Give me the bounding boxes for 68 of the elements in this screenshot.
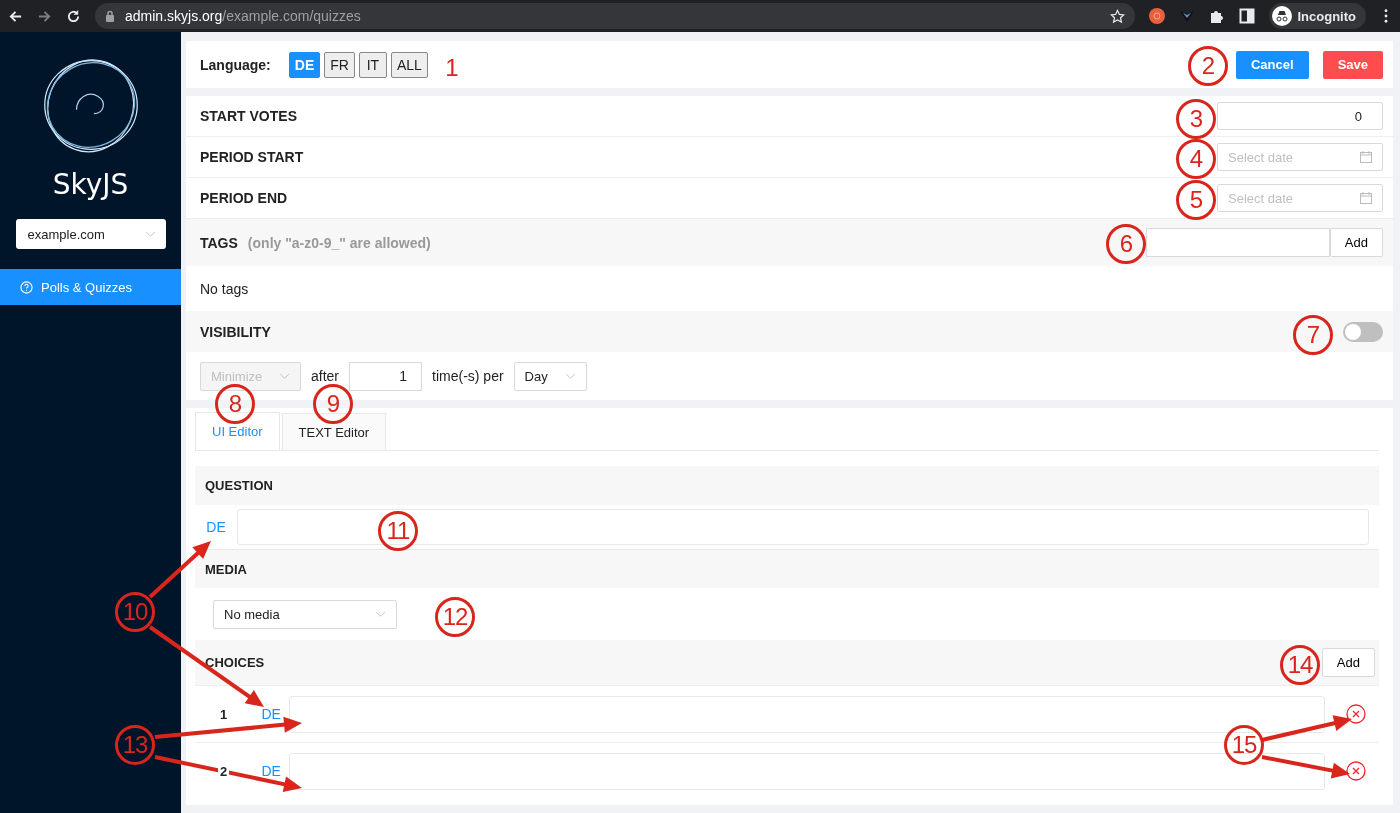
add-tag-button[interactable]: Add <box>1329 228 1383 257</box>
language-toggle[interactable]: IT <box>358 51 387 78</box>
back-icon[interactable] <box>8 8 23 24</box>
question-input[interactable] <box>237 509 1369 545</box>
field-label: PERIOD START <box>200 149 304 165</box>
chevron-down-icon <box>144 230 156 238</box>
section-title: CHOICES <box>205 655 265 670</box>
language-label: Language: <box>200 56 271 73</box>
editor-tab[interactable]: TEXT Editor <box>281 413 387 450</box>
annotation-marker: 2 <box>1188 46 1228 86</box>
field-label: START VOTES <box>200 108 297 124</box>
chevron-down-icon <box>375 610 386 618</box>
field-label: TAGS <box>200 234 238 251</box>
annotation-marker: 10 <box>115 592 155 632</box>
after-label: after <box>311 368 339 384</box>
tags-hint: (only "a-z0-9_" are allowed) <box>247 234 431 251</box>
profile-button[interactable]: Incognito <box>1268 3 1366 29</box>
annotation-marker: 9 <box>313 384 353 424</box>
choice-input[interactable] <box>289 752 1325 790</box>
number-field[interactable]: 0 <box>1217 102 1383 130</box>
choice-input[interactable] <box>289 695 1325 733</box>
field-label: VISIBILITY <box>200 323 271 340</box>
add-choice-button[interactable]: Add <box>1321 648 1375 677</box>
language-code: DE <box>260 706 282 722</box>
empty-tags-text: No tags <box>200 280 249 297</box>
annotation-marker: 8 <box>215 384 255 424</box>
count-field[interactable]: 1 <box>349 361 422 391</box>
field-label: PERIOD END <box>200 190 288 206</box>
sidebar-icon[interactable] <box>1238 8 1255 24</box>
chevron-down-icon <box>279 372 290 380</box>
help-circle-icon <box>20 280 33 294</box>
incognito-icon <box>1271 6 1292 26</box>
extension-icon[interactable] <box>1178 8 1195 24</box>
sidebar-item-label: Polls & Quizzes <box>41 279 133 295</box>
annotation-marker: 4 <box>1176 139 1216 179</box>
section-title: QUESTION <box>205 478 273 493</box>
annotation-marker: 11 <box>378 511 418 551</box>
annotation-marker: 15 <box>1224 725 1264 765</box>
annotation-number: 1 <box>444 53 460 83</box>
annotation-marker: 13 <box>115 725 155 765</box>
extension-icon[interactable] <box>1148 8 1165 24</box>
calendar-icon <box>1360 151 1372 163</box>
brand-name: SkyJS <box>52 168 129 201</box>
visibility-switch[interactable] <box>1343 321 1383 342</box>
menu-icon[interactable] <box>1384 9 1388 23</box>
chevron-down-icon <box>564 372 576 380</box>
period-select[interactable]: Day <box>513 361 587 391</box>
star-icon[interactable] <box>1109 8 1125 24</box>
reload-icon[interactable] <box>66 8 81 24</box>
site-select[interactable]: example.com <box>15 219 166 249</box>
section-title: MEDIA <box>205 561 247 577</box>
forward-icon[interactable] <box>37 8 52 24</box>
annotation-marker: 5 <box>1176 180 1216 220</box>
calendar-icon <box>1360 192 1372 204</box>
tag-input[interactable] <box>1145 228 1330 257</box>
media-select[interactable]: No media <box>213 599 397 629</box>
annotation-marker: 6 <box>1106 224 1146 264</box>
puzzle-icon[interactable] <box>1208 8 1225 24</box>
annotation-marker: 12 <box>435 597 475 637</box>
annotation-marker: 3 <box>1176 99 1216 139</box>
annotation-marker: 7 <box>1293 315 1333 355</box>
per-label: time(-s) per <box>432 368 504 384</box>
language-toggle[interactable]: ALL <box>390 51 428 78</box>
language-toggle[interactable]: FR <box>324 51 355 78</box>
language-code: DE <box>260 763 282 779</box>
annotation-marker: 14 <box>1280 645 1320 685</box>
lock-icon <box>105 10 115 22</box>
language-code: DE <box>205 519 227 535</box>
